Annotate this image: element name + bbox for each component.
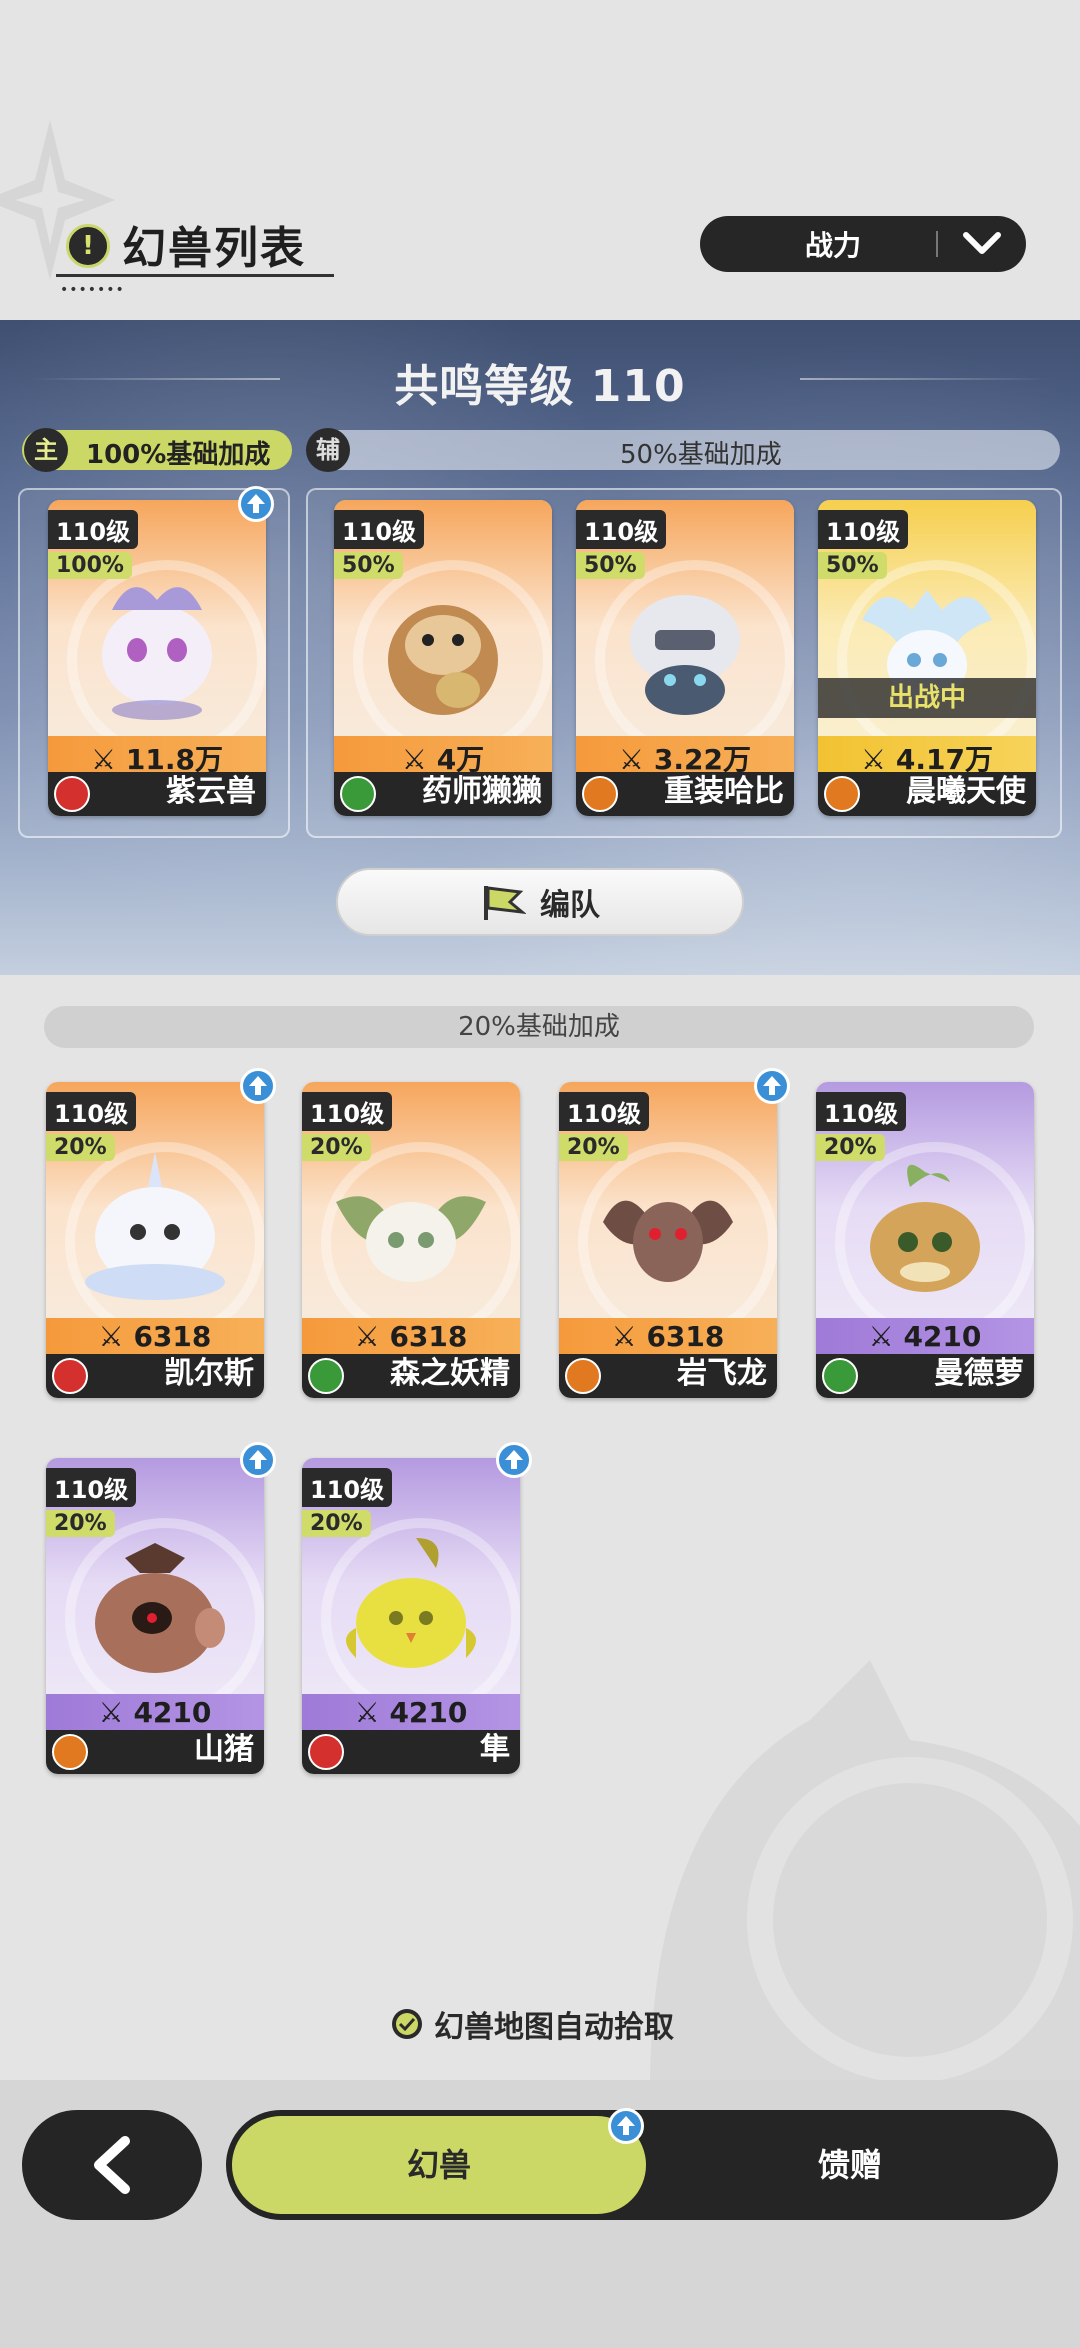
defend-role-icon <box>582 776 618 812</box>
beast-card[interactable]: 110级 50% ⚔ 3.22万 重装哈比 <box>576 500 794 816</box>
tab-gifts[interactable]: 馈赠 <box>650 2116 1050 2214</box>
level-badge: 110级 <box>576 510 667 549</box>
bonus-badge: 100% <box>48 552 132 579</box>
beast-name: 凯尔斯 <box>164 1356 254 1391</box>
beast-name: 森之妖精 <box>390 1356 510 1391</box>
beast-name: 曼德萝 <box>934 1356 1024 1391</box>
attack-role-icon <box>54 776 90 812</box>
upgrade-arrow-icon <box>608 2108 644 2144</box>
beast-card[interactable]: 110级 50% ⚔ 4万 药师獭獭 <box>334 500 552 816</box>
beast-card[interactable]: 110级 20% ⚔ 4210 隼 <box>302 1458 520 1774</box>
upgrade-arrow-icon <box>240 1068 276 1104</box>
upgrade-arrow-icon <box>754 1068 790 1104</box>
beast-name: 晨曦天使 <box>906 774 1026 809</box>
level-badge: 110级 <box>818 510 909 549</box>
main-bonus-label: 100%基础加成 <box>86 440 271 470</box>
team-formation-button[interactable]: 编队 <box>336 868 744 936</box>
power-number: 4210 <box>389 1696 468 1729</box>
beast-card[interactable]: 110级 20% ⚔ 6318 岩飞龙 <box>559 1082 777 1398</box>
beast-portrait <box>388 605 498 715</box>
beast-card[interactable]: 110级 100% ⚔ 11.8万 紫云兽 <box>48 500 266 816</box>
main-tag: 主 <box>24 428 68 472</box>
level-badge: 110级 <box>302 1092 393 1131</box>
title-dots: ••••••• <box>60 282 125 298</box>
beast-card[interactable]: 110级 20% ⚔ 4210 曼德萝 <box>816 1082 1034 1398</box>
auto-pickup-label: 幻兽地图自动拾取 <box>434 2010 674 2045</box>
attack-role-icon <box>308 1734 344 1770</box>
heal-role-icon <box>340 776 376 812</box>
beast-portrait <box>336 1196 486 1282</box>
level-badge: 110级 <box>559 1092 650 1131</box>
resonance-level: 共鸣等级 110 <box>394 361 686 412</box>
beast-name: 药师獭獭 <box>422 774 542 809</box>
beast-portrait <box>630 595 740 715</box>
defend-role-icon <box>565 1358 601 1394</box>
beast-portrait <box>346 1538 476 1668</box>
beast-name: 紫云兽 <box>166 774 256 809</box>
bonus-badge: 20% <box>816 1134 885 1161</box>
defend-role-icon <box>52 1734 88 1770</box>
page-title: 幻兽列表 <box>122 223 306 274</box>
attack-role-icon <box>52 1358 88 1394</box>
beast-portrait <box>603 1200 733 1282</box>
upgrade-arrow-icon <box>240 1442 276 1478</box>
flag-icon <box>484 886 526 920</box>
beast-name: 岩飞龙 <box>677 1356 767 1391</box>
bonus-badge: 50% <box>576 552 645 579</box>
beast-portrait <box>102 587 212 720</box>
tab-beasts[interactable]: 幻兽 <box>232 2116 646 2214</box>
level-badge: 110级 <box>46 1092 137 1131</box>
checkbox-checked-icon <box>392 2009 422 2039</box>
info-icon[interactable]: ! <box>66 224 110 268</box>
beast-name: 山猪 <box>194 1732 254 1767</box>
beast-card[interactable]: 110级 20% ⚔ 6318 森之妖精 <box>302 1082 520 1398</box>
bonus-badge: 20% <box>559 1134 628 1161</box>
back-arrow-icon <box>94 2136 130 2194</box>
level-badge: 110级 <box>302 1468 393 1507</box>
sort-dropdown[interactable]: 战力 <box>700 216 1026 272</box>
heal-role-icon <box>822 1358 858 1394</box>
bonus-badge: 50% <box>818 552 887 579</box>
sub-tag: 辅 <box>306 428 350 472</box>
bonus-badge: 50% <box>334 552 403 579</box>
bonus-badge: 20% <box>46 1134 115 1161</box>
bonus-badge: 20% <box>302 1510 371 1537</box>
level-badge: 110级 <box>334 510 425 549</box>
auto-pickup-toggle[interactable]: 幻兽地图自动拾取 <box>390 2002 674 2046</box>
defend-role-icon <box>824 776 860 812</box>
level-badge: 110级 <box>48 510 139 549</box>
bonus-badge: 20% <box>302 1134 371 1161</box>
level-badge: 110级 <box>46 1468 137 1507</box>
cat-silhouette-icon <box>650 1660 1080 2090</box>
heal-role-icon <box>308 1358 344 1394</box>
beast-portrait <box>870 1164 980 1292</box>
sort-label: 战力 <box>804 229 861 262</box>
beast-name: 隼 <box>480 1732 510 1767</box>
beast-portrait <box>85 1152 225 1300</box>
back-button[interactable] <box>22 2110 202 2220</box>
beast-name: 重装哈比 <box>664 774 784 809</box>
chevron-down-icon <box>938 231 1026 257</box>
beast-portrait <box>95 1543 225 1673</box>
sub-bonus-label: 50%基础加成 <box>620 440 782 470</box>
title-underline <box>56 274 334 277</box>
upgrade-arrow-icon <box>238 486 274 522</box>
deployed-status: 出战中 <box>818 678 1036 718</box>
beast-card[interactable]: 110级 20% ⚔ 4210 山猪 <box>46 1458 264 1774</box>
level-badge: 110级 <box>816 1092 907 1131</box>
bench-bonus-bar: 20%基础加成 <box>44 1006 1034 1048</box>
star-decoration-icon <box>0 120 115 280</box>
bonus-badge: 20% <box>46 1510 115 1537</box>
beast-card[interactable]: 110级 50% 出战中 ⚔ 4.17万 晨曦天使 <box>818 500 1036 816</box>
upgrade-arrow-icon <box>496 1442 532 1478</box>
beast-card[interactable]: 110级 20% ⚔ 6318 凯尔斯 <box>46 1082 264 1398</box>
team-formation-label: 编队 <box>540 888 600 923</box>
